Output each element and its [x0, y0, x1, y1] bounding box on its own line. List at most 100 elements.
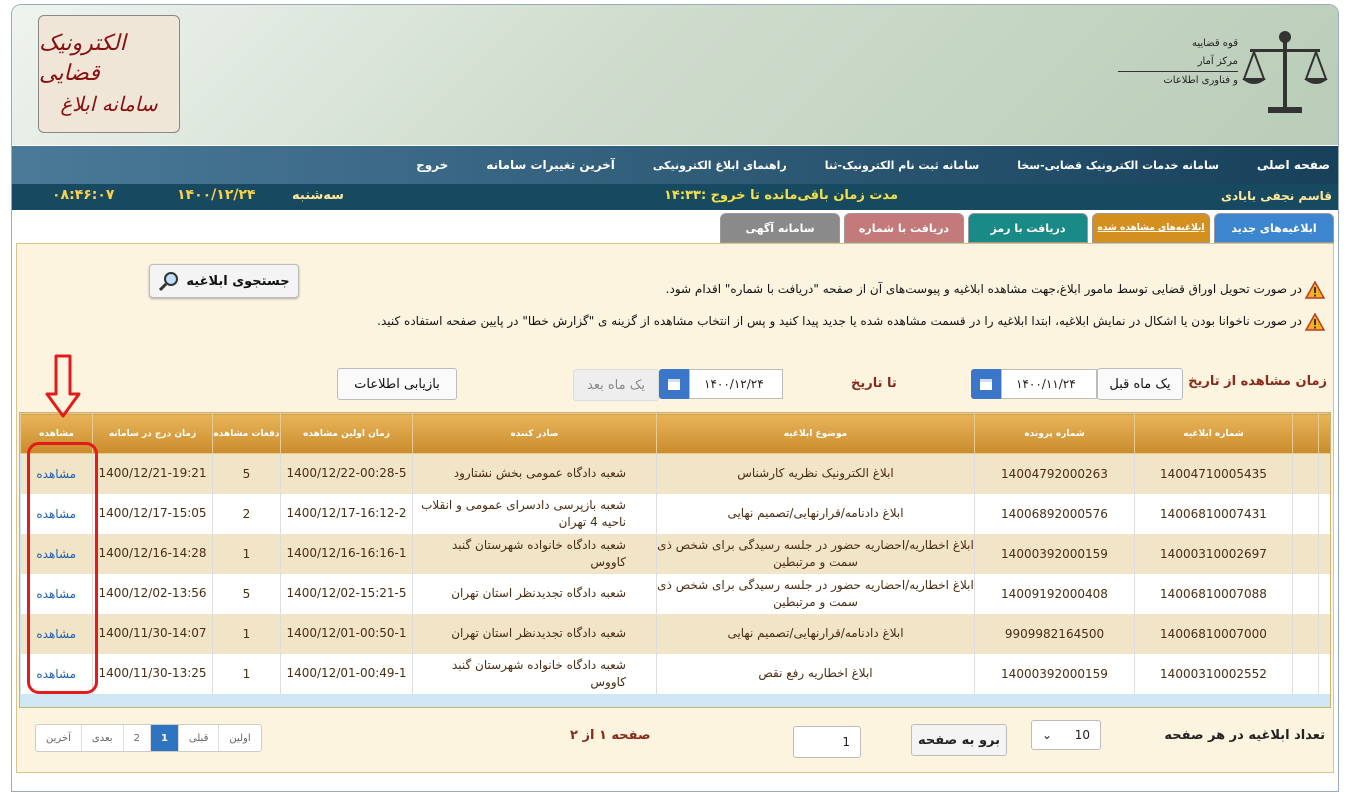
go-to-page-button[interactable]: برو به صفحه — [911, 724, 1007, 756]
notice-number-cell: 14004710005435 — [1134, 453, 1293, 494]
subject-cell: ابلاغ اخطاریه/احضاریه حضور در جلسه رسیدگ… — [656, 533, 975, 574]
header-subject[interactable]: موضوع ابلاغیه — [656, 413, 975, 454]
table-row[interactable]: 14006810007431 14006892000576 ابلاغ دادن… — [20, 493, 1330, 534]
page-number-input[interactable]: 1 — [793, 726, 861, 758]
case-number-cell: 14009192000408 — [974, 573, 1135, 614]
header-issuer[interactable]: صادر کننده — [412, 413, 657, 454]
tab-ads[interactable]: سامانه آگهی — [720, 213, 840, 243]
magnifier-icon — [159, 272, 179, 292]
table-row[interactable]: 14004710005435 14004792000263 ابلاغ الکت… — [20, 453, 1330, 494]
view-count-cell: 2 — [212, 493, 281, 534]
table-row[interactable]: 14000310002697 14000392000159 ابلاغ اخطا… — [20, 533, 1330, 574]
table-cell — [1318, 453, 1330, 494]
first-view-cell: 1400/12/01-00:50-1 — [280, 613, 413, 654]
tab-new[interactable]: ابلاغیه‌های جدید — [1214, 213, 1334, 243]
notice-number-cell: 14006810007088 — [1134, 573, 1293, 614]
notices-table: شماره ابلاغیه شماره پرونده موضوع ابلاغیه… — [20, 413, 1330, 694]
table-cell — [1318, 613, 1330, 654]
month-after-label: یک ماه بعد — [587, 377, 645, 393]
tab-by-code-label: دریافت با رمز — [990, 221, 1066, 235]
issuer-cell: شعبه دادگاه تجدیدنظر استان تهران — [412, 613, 657, 654]
nav-sana[interactable]: سامانه ثبت نام الکترونیک-ثنا — [825, 159, 979, 172]
sana-logo: الکترونیک قضایی سامانه ابلاغ — [38, 15, 180, 133]
search-notice-button[interactable]: جستجوی ابلاغیه — [149, 264, 299, 298]
header-first-view[interactable]: زمان اولین مشاهده — [280, 413, 413, 454]
judiciary-logo: قوه قضاییه مرکز آمار و فناوری اطلاعات — [1118, 27, 1330, 119]
per-page-label: تعداد ابلاغیه در هر صفحه — [1164, 728, 1325, 743]
current-date: ۱۴۰۰/۱۲/۲۴ — [177, 187, 256, 203]
view-count-cell: 5 — [212, 453, 281, 494]
inserted-cell: 1400/11/30-14:07 — [92, 613, 213, 654]
header-inserted[interactable]: زمان درج در سامانه — [92, 413, 213, 454]
header-blank — [1318, 413, 1330, 454]
table-row[interactable]: 14000310002552 14000392000159 ابلاغ اخطا… — [20, 653, 1330, 694]
table-cell — [1318, 653, 1330, 694]
nav-changes[interactable]: آخرین تغییرات سامانه — [486, 158, 615, 172]
search-notice-label: جستجوی ابلاغیه — [186, 273, 290, 289]
issuer-cell: شعبه دادگاه خانواده شهرستان گنبد کاووس — [412, 533, 657, 574]
calendar-icon — [668, 379, 680, 390]
page-next[interactable]: بعدی — [80, 725, 123, 751]
tab-bar: ابلاغیه‌های جدید ابلاغیه‌های مشاهده شده … — [12, 213, 1338, 243]
page-prev[interactable]: قبلی — [177, 725, 218, 751]
header-case-number[interactable]: شماره پرونده — [974, 413, 1135, 454]
case-number-cell: 14004792000263 — [974, 453, 1135, 494]
session-timer: مدت زمان باقی‌مانده تا خروج :۱۴:۳۳ — [664, 188, 898, 203]
org-text: قوه قضاییه مرکز آمار و فناوری اطلاعات — [1118, 35, 1238, 90]
month-after-button[interactable]: یک ماه بعد — [573, 369, 659, 401]
first-view-cell: 1400/12/16-16:16-1 — [280, 533, 413, 574]
from-date-input[interactable]: ۱۴۰۰/۱۱/۲۴ — [1001, 369, 1097, 399]
case-number-cell: 9909982164500 — [974, 613, 1135, 654]
logo-line1: الکترونیک قضایی — [39, 31, 126, 86]
case-number-cell: 14006892000576 — [974, 493, 1135, 534]
warning-icon — [1305, 312, 1325, 331]
tab-viewed[interactable]: ابلاغیه‌های مشاهده شده — [1092, 213, 1210, 243]
inserted-cell: 1400/12/16-14:28 — [92, 533, 213, 574]
page-2[interactable]: 2 — [122, 725, 150, 751]
notice-number-cell: 14006810007431 — [1134, 493, 1293, 534]
page-1[interactable]: 1 — [149, 725, 178, 751]
nav-guide[interactable]: راهنمای ابلاغ الکترونیکی — [653, 159, 787, 172]
nav-home[interactable]: صفحه اصلی — [1257, 158, 1330, 172]
table-cell — [1292, 533, 1319, 574]
calendar-icon — [980, 379, 992, 390]
tab-ads-label: سامانه آگهی — [745, 221, 815, 235]
notice-2-text: در صورت ناخوانا بودن یا اشکال در نمایش ا… — [377, 314, 1302, 328]
inserted-cell: 1400/12/21-19:21 — [92, 453, 213, 494]
inserted-cell: 1400/12/02-13:56 — [92, 573, 213, 614]
from-calendar-button[interactable] — [971, 369, 1001, 399]
to-date-input[interactable]: ۱۴۰۰/۱۲/۲۴ — [689, 369, 783, 399]
warning-icon — [1305, 280, 1325, 299]
refresh-button[interactable]: بازیابی اطلاعات — [337, 368, 457, 400]
to-calendar-button[interactable] — [659, 369, 689, 399]
view-count-cell: 5 — [212, 573, 281, 614]
status-bar: قاسم نجفی بابادی مدت زمان باقی‌مانده تا … — [12, 184, 1338, 210]
case-number-cell: 14000392000159 — [974, 653, 1135, 694]
subject-cell: ابلاغ دادنامه/قرارنهایی/تصمیم نهایی — [656, 613, 975, 654]
header-view-count[interactable]: دفعات مشاهده — [212, 413, 281, 454]
tab-by-number-label: دریافت با شماره — [858, 221, 950, 235]
header-notice-number[interactable]: شماره ابلاغیه — [1134, 413, 1293, 454]
header-blank — [1292, 413, 1319, 454]
per-page-select[interactable]: ⌄ 10 — [1031, 720, 1101, 750]
table-cell — [1292, 573, 1319, 614]
table-row[interactable]: 14006810007088 14009192000408 ابلاغ اخطا… — [20, 573, 1330, 614]
first-view-cell: 1400/12/17-16:12-2 — [280, 493, 413, 534]
notice-number-cell: 14000310002552 — [1134, 653, 1293, 694]
page-last[interactable]: آخرین — [36, 725, 81, 751]
org-line1: قوه قضاییه — [1191, 38, 1238, 49]
table-cell — [1292, 653, 1319, 694]
to-date-label: تا تاریخ — [851, 376, 897, 391]
page-first[interactable]: اولین — [218, 725, 260, 751]
first-view-cell: 1400/12/01-00:49-1 — [280, 653, 413, 694]
tab-by-number[interactable]: دریافت با شماره — [844, 213, 964, 243]
table-row[interactable]: 14006810007000 9909982164500 ابلاغ دادنا… — [20, 613, 1330, 654]
content-panel: جستجوی ابلاغیه در صورت تحویل اوراق قضایی… — [16, 243, 1334, 773]
nav-logout[interactable]: خروج — [416, 158, 448, 172]
nav-sakha[interactable]: سامانه خدمات الکترونیک قضایی-سخا — [1017, 159, 1219, 172]
month-before-button[interactable]: یک ماه قبل — [1097, 368, 1183, 400]
subject-cell: ابلاغ اخطاریه/احضاریه حضور در جلسه رسیدگ… — [656, 573, 975, 614]
scales-icon — [1242, 31, 1328, 113]
current-time: ۰۸:۴۶:۰۷ — [52, 187, 115, 203]
tab-by-code[interactable]: دریافت با رمز — [968, 213, 1088, 243]
